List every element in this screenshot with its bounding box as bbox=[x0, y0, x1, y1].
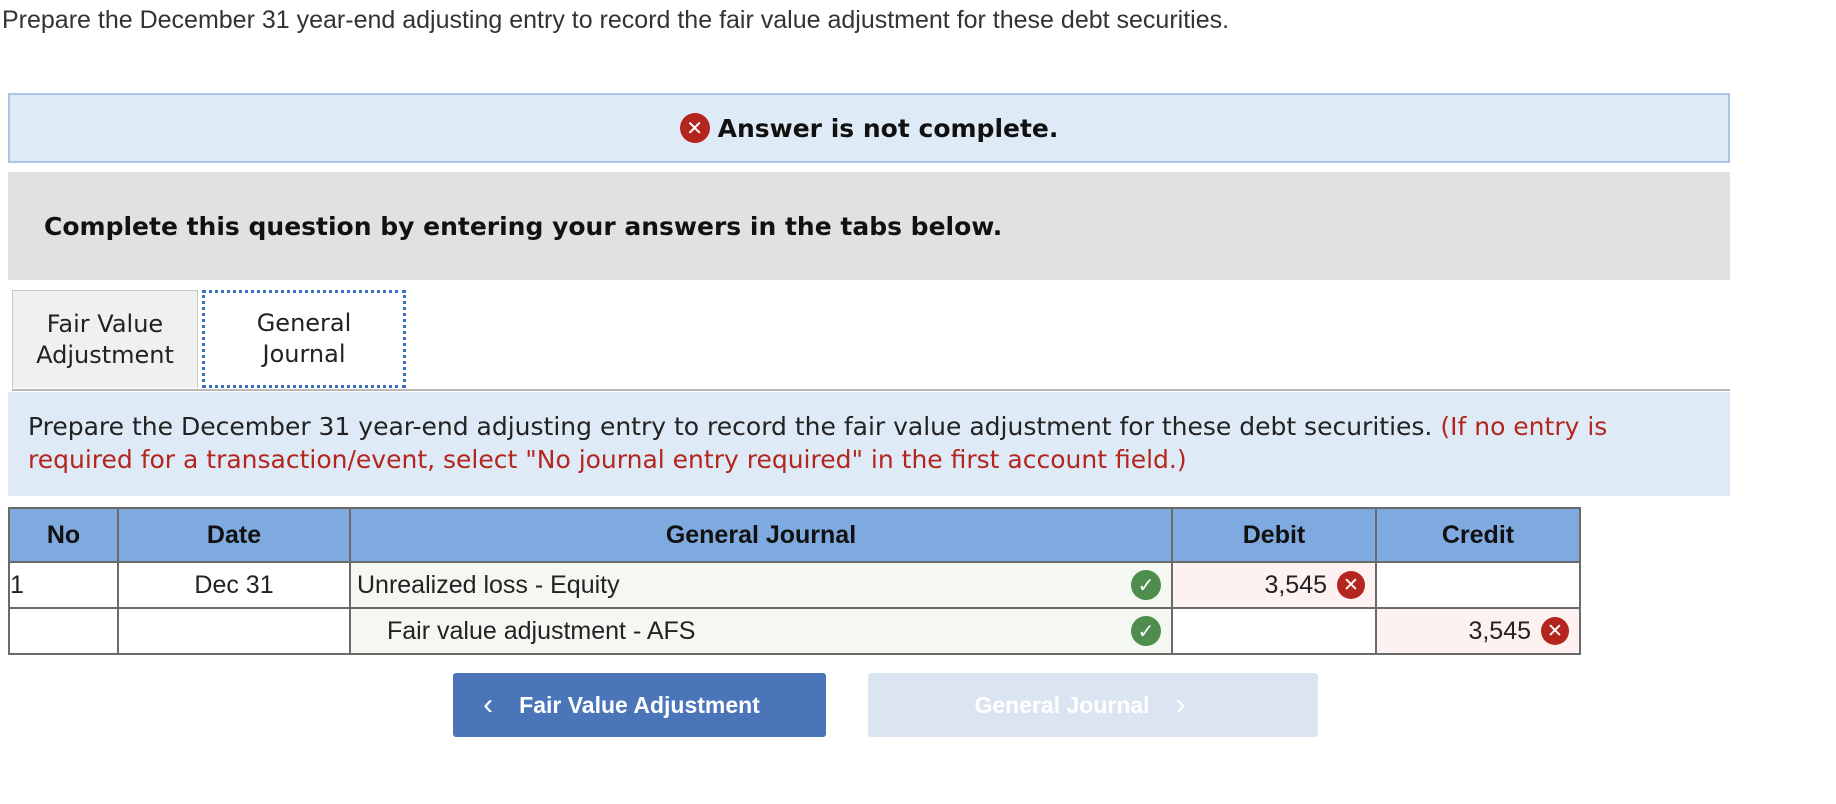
debit-cell: 3,545 ✕ bbox=[1171, 561, 1377, 609]
x-circle-icon: ✕ bbox=[1541, 617, 1569, 645]
journal-header-row: No Date General Journal Debit Credit bbox=[8, 507, 1581, 563]
table-row: 1 Dec 31 Unrealized loss - Equity ✓ 3,54… bbox=[8, 561, 1581, 609]
header-debit: Debit bbox=[1171, 507, 1377, 563]
chevron-right-icon: › bbox=[1175, 688, 1186, 721]
date-select[interactable]: Dec 31 bbox=[117, 561, 351, 609]
tab-divider bbox=[12, 389, 1730, 391]
debit-input[interactable] bbox=[1171, 607, 1377, 655]
instructions-text: Complete this question by entering your … bbox=[44, 211, 1003, 241]
account-select[interactable]: Fair value adjustment - AFS ✓ bbox=[351, 609, 1171, 653]
account-select[interactable]: Unrealized loss - Equity ✓ bbox=[351, 563, 1171, 607]
credit-cell: 3,545 ✕ bbox=[1375, 607, 1581, 655]
table-row: Fair value adjustment - AFS ✓ 3,545 ✕ bbox=[8, 607, 1581, 655]
header-date: Date bbox=[117, 507, 351, 563]
check-circle-icon: ✓ bbox=[1131, 570, 1161, 600]
next-tab-label: General Journal bbox=[974, 691, 1150, 718]
prev-tab-label: Fair Value Adjustment bbox=[519, 691, 760, 718]
credit-input[interactable]: 3,545 ✕ bbox=[1377, 609, 1579, 653]
prev-tab-button[interactable]: ‹ Fair Value Adjustment › bbox=[453, 673, 826, 737]
date-select[interactable] bbox=[117, 607, 351, 655]
header-account: General Journal bbox=[349, 507, 1173, 563]
row-no: 1 bbox=[8, 561, 119, 609]
answer-status-text: Answer is not complete. bbox=[717, 113, 1059, 143]
next-tab-button[interactable]: General Journal › bbox=[868, 673, 1318, 737]
tab-general-journal[interactable]: General Journal bbox=[202, 290, 406, 388]
answer-status-banner: ✕ Answer is not complete. bbox=[8, 93, 1730, 163]
debit-value: 3,545 bbox=[1264, 570, 1327, 599]
tab-fair-value-adjustment[interactable]: Fair Value Adjustment bbox=[12, 290, 198, 388]
x-circle-icon: ✕ bbox=[679, 113, 710, 143]
account-value: Fair value adjustment - AFS bbox=[387, 616, 696, 645]
x-circle-icon: ✕ bbox=[1337, 571, 1365, 599]
credit-input[interactable] bbox=[1375, 561, 1581, 609]
instructions-panel: Complete this question by entering your … bbox=[8, 172, 1730, 280]
header-credit: Credit bbox=[1375, 507, 1581, 563]
debit-input[interactable]: 3,545 ✕ bbox=[1173, 563, 1375, 607]
check-circle-icon: ✓ bbox=[1131, 616, 1161, 646]
account-value: Unrealized loss - Equity bbox=[357, 570, 620, 599]
header-no: No bbox=[8, 507, 119, 563]
credit-value: 3,545 bbox=[1468, 616, 1531, 645]
requirement-panel: Prepare the December 31 year-end adjusti… bbox=[8, 392, 1730, 496]
question-prompt: Prepare the December 31 year-end adjusti… bbox=[2, 6, 1230, 34]
chevron-left-icon: ‹ bbox=[483, 688, 494, 721]
journal-table: No Date General Journal Debit Credit 1 D… bbox=[8, 507, 1581, 655]
row-no bbox=[8, 607, 119, 655]
requirement-text: Prepare the December 31 year-end adjusti… bbox=[28, 412, 1433, 441]
account-cell: Unrealized loss - Equity ✓ bbox=[349, 561, 1173, 609]
account-cell: Fair value adjustment - AFS ✓ bbox=[349, 607, 1173, 655]
